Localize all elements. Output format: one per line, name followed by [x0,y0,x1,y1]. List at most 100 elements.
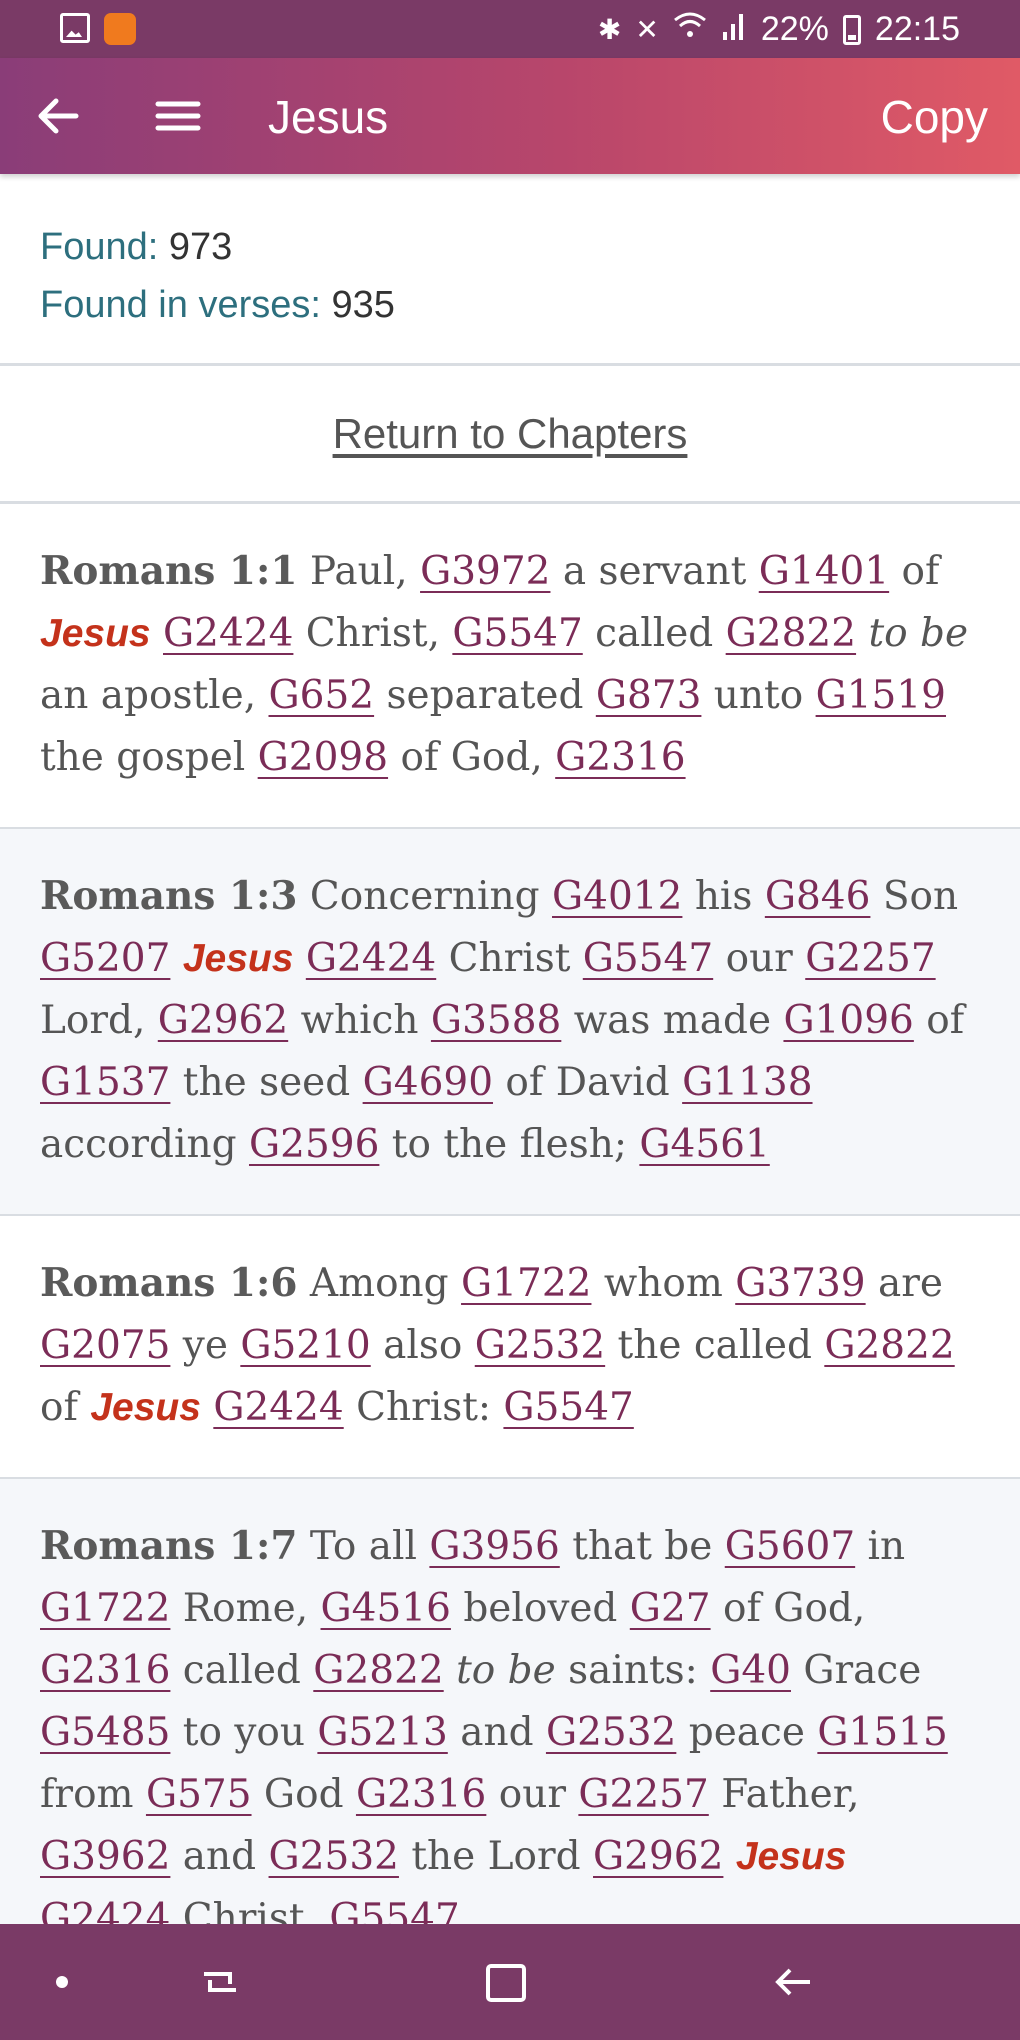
strongs-link[interactable]: G3739 [735,1261,865,1306]
battery-percent: 22% [760,10,829,48]
strongs-link[interactable]: G3972 [420,549,550,594]
verse-text: To all [297,1524,430,1569]
home-icon[interactable] [482,1958,530,2006]
verse-text: the gospel [40,735,258,780]
strongs-link[interactable]: G2424 [213,1385,343,1430]
verse-text: Christ, [293,611,453,656]
verse-text: Christ [436,936,583,981]
verse-text [170,936,182,981]
strongs-link[interactable]: G3956 [429,1524,559,1569]
strongs-link[interactable]: G1138 [682,1060,812,1105]
strongs-link[interactable]: G2962 [158,998,288,1043]
strongs-link[interactable]: G2316 [555,735,685,780]
verse-text: according [40,1122,249,1167]
verse-reference[interactable]: Romans 1:1 [40,548,298,594]
strongs-link[interactable]: G652 [269,673,375,718]
strongs-link[interactable]: G5485 [40,1710,170,1755]
return-to-chapters-link[interactable]: Return to Chapters [333,410,688,458]
verse-text: separated [374,673,596,718]
strongs-link[interactable]: G873 [596,673,702,718]
wifi-icon [673,10,707,49]
strongs-link[interactable]: G5547 [583,936,713,981]
strongs-link[interactable]: G1401 [759,549,889,594]
gallery-icon [60,13,90,43]
verse-text: God [251,1772,356,1817]
strongs-link[interactable]: G1519 [816,673,946,718]
back-icon[interactable] [768,1958,816,2006]
strongs-link[interactable]: G2962 [593,1834,723,1879]
verse-text: of God, [388,735,556,780]
strongs-link[interactable]: G4690 [363,1060,493,1105]
strongs-link[interactable]: G1537 [40,1060,170,1105]
mute-icon: ✕ [635,13,659,45]
verse-reference[interactable]: Romans 1:3 [40,873,298,919]
strongs-link[interactable]: G2257 [805,936,935,981]
strongs-link[interactable]: G3588 [431,998,561,1043]
strongs-link[interactable]: G1722 [461,1261,591,1306]
search-highlight: Jesus [40,612,151,655]
strongs-link[interactable]: G2424 [306,936,436,981]
strongs-link[interactable]: G2532 [269,1834,399,1879]
strongs-link[interactable]: G846 [765,874,871,919]
verse-text: Among [297,1261,462,1306]
strongs-link[interactable]: G2596 [249,1122,379,1167]
recent-apps-icon[interactable] [196,1958,244,2006]
strongs-link[interactable]: G1722 [40,1586,170,1631]
copy-button[interactable]: Copy [881,90,988,144]
nav-dot-icon [56,1976,68,1988]
menu-icon[interactable] [150,88,206,144]
strongs-link[interactable]: G2822 [313,1648,443,1693]
strongs-link[interactable]: G5210 [240,1323,370,1368]
strongs-link[interactable]: G5607 [725,1524,855,1569]
strongs-link[interactable]: G575 [146,1772,252,1817]
strongs-link[interactable]: G40 [710,1648,791,1693]
strongs-link[interactable]: G4561 [639,1122,769,1167]
verse-text: to you [170,1710,318,1755]
strongs-link[interactable]: G2075 [40,1323,170,1368]
verse-text: that be [559,1524,725,1569]
search-highlight: Jesus [735,1835,847,1878]
verse-text: unto [701,673,816,718]
strongs-link[interactable]: G4516 [321,1586,451,1631]
strongs-link[interactable]: G2424 [163,611,293,656]
verse-text [856,611,868,656]
verse-text [293,936,305,981]
strongs-link[interactable]: G27 [630,1586,711,1631]
back-arrow-icon[interactable] [30,88,86,144]
verse-text: of [889,549,940,594]
strongs-link[interactable]: G4012 [552,874,682,919]
verse-text: Father, [708,1772,860,1817]
strongs-link[interactable]: G5547 [452,611,582,656]
strongs-link[interactable]: G2532 [475,1323,605,1368]
search-highlight: Jesus [90,1386,201,1429]
strongs-link[interactable]: G1096 [783,998,913,1043]
verse-reference[interactable]: Romans 1:6 [40,1260,298,1306]
strongs-link[interactable]: G2257 [578,1772,708,1817]
strongs-link[interactable]: G5207 [40,936,170,981]
strongs-link[interactable]: G2822 [824,1323,954,1368]
strongs-link[interactable]: G2316 [356,1772,486,1817]
strongs-link[interactable]: G5547 [503,1385,633,1430]
verse-text: of God, [710,1586,866,1631]
strongs-link[interactable]: G2822 [726,611,856,656]
strongs-link[interactable]: G2316 [40,1648,170,1693]
verse-text: Son [870,874,959,919]
strongs-link[interactable]: G2098 [258,735,388,780]
verse-text: our [713,936,806,981]
verse-text: Paul, [297,549,421,594]
verse-text: our [486,1772,579,1817]
strongs-link[interactable]: G3962 [40,1834,170,1879]
battery-icon [842,14,861,45]
verse-text [151,611,163,656]
strongs-link[interactable]: G5213 [317,1710,447,1755]
found-verses-value: 935 [331,284,395,326]
strongs-link[interactable]: G1515 [817,1710,947,1755]
verse-text: an apostle, [40,673,269,718]
verse-text: whom [591,1261,736,1306]
found-verses-row: Found in verses: 935 [40,276,1020,334]
strongs-link[interactable]: G2532 [546,1710,676,1755]
found-label: Found: [40,226,169,268]
verse-text: are [865,1261,943,1306]
verse-reference[interactable]: Romans 1:7 [40,1523,298,1569]
verse-text: Christ: [343,1385,504,1430]
